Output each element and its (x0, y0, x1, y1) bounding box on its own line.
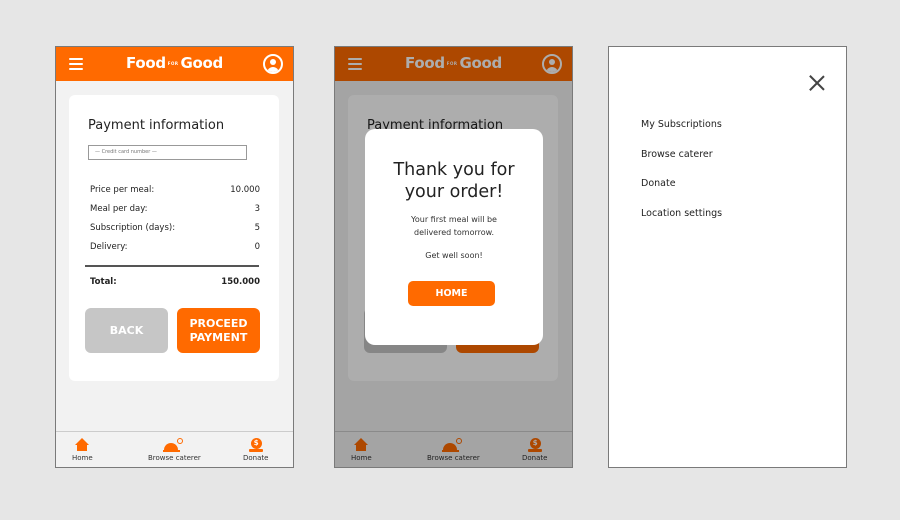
modal-title: Thank you for your order! (393, 160, 515, 202)
menu-screen: My Subscriptions Browse caterer Donate L… (608, 46, 847, 468)
menu-item-browse-caterer[interactable]: Browse caterer (641, 149, 713, 160)
delivery-row: Delivery: 0 (90, 242, 260, 252)
thank-you-modal: Thank you for your order! Your first meal… (365, 129, 543, 345)
price-per-meal-row: Price per meal: 10.000 (90, 185, 260, 195)
app-header: Food FOR Good (56, 47, 293, 81)
tab-home[interactable]: Home (72, 438, 93, 462)
app-logo: Food FOR Good (126, 54, 223, 72)
close-icon[interactable] (809, 75, 825, 91)
order-confirmation-screen: Food FOR Good Payment information Home Bro… (334, 46, 573, 468)
cloche-search-icon (163, 438, 185, 452)
modal-message: Your first meal will be delivered tomorro… (411, 215, 497, 237)
tab-donate[interactable]: $ Donate (243, 438, 268, 462)
payment-card: Payment information — Credit card number… (69, 95, 279, 381)
bottom-nav: Home Browse caterer $ Donate (56, 431, 293, 467)
credit-card-input[interactable]: — Credit card number — (88, 145, 247, 160)
proceed-payment-button[interactable]: PROCEED PAYMENT (177, 308, 260, 353)
menu-item-my-subscriptions[interactable]: My Subscriptions (641, 119, 722, 130)
payment-title: Payment information (88, 118, 225, 133)
back-button[interactable]: BACK (85, 308, 168, 353)
home-button[interactable]: HOME (408, 281, 495, 306)
meal-per-day-row: Meal per day: 3 (90, 204, 260, 214)
total-row: Total: 150.000 (90, 277, 260, 287)
tab-browse-caterer[interactable]: Browse caterer (148, 438, 201, 462)
payment-screen: Food FOR Good Payment information — Credit… (55, 46, 294, 468)
donate-icon: $ (248, 438, 263, 452)
subscription-days-row: Subscription (days): 5 (90, 223, 260, 233)
total-divider (85, 265, 259, 267)
menu-item-donate[interactable]: Donate (641, 178, 676, 189)
home-icon (75, 438, 90, 452)
menu-item-location-settings[interactable]: Location settings (641, 208, 722, 219)
profile-icon[interactable] (263, 54, 283, 74)
modal-subtext: Get well soon! (425, 251, 483, 260)
